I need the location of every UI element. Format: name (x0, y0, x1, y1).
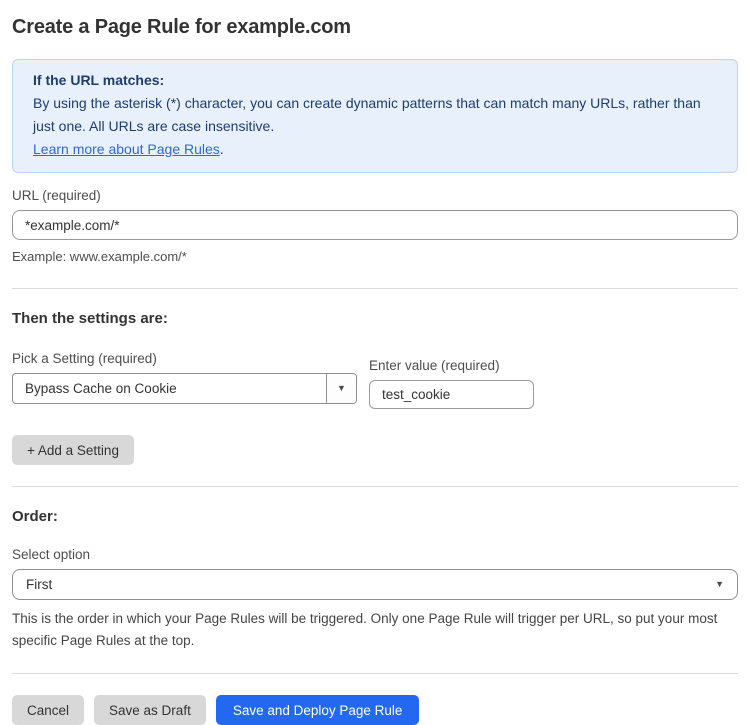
info-link-row: Learn more about Page Rules. (33, 138, 717, 161)
url-section: URL (required) Example: www.example.com/… (12, 188, 738, 267)
order-section-heading: Order: (12, 508, 738, 525)
cancel-button[interactable]: Cancel (12, 695, 84, 725)
order-helper-text: This is the order in which your Page Rul… (12, 608, 738, 652)
add-setting-button[interactable]: + Add a Setting (12, 435, 134, 465)
divider (12, 673, 738, 674)
learn-more-link[interactable]: Learn more about Page Rules (33, 141, 220, 157)
footer-button-row: Cancel Save as Draft Save and Deploy Pag… (12, 695, 738, 725)
link-suffix: . (220, 141, 224, 157)
save-and-deploy-button[interactable]: Save and Deploy Page Rule (216, 695, 420, 725)
divider (12, 486, 738, 487)
order-select[interactable]: First ▼ (12, 569, 738, 600)
chevron-down-icon: ▼ (337, 384, 346, 393)
url-input[interactable] (12, 210, 738, 240)
save-as-draft-button[interactable]: Save as Draft (94, 695, 206, 725)
select-option-label: Select option (12, 547, 738, 562)
order-selected-value: First (26, 577, 52, 592)
info-box-body: By using the asterisk (*) character, you… (33, 92, 717, 138)
pick-setting-selected-value: Bypass Cache on Cookie (13, 374, 326, 403)
chevron-down-icon: ▼ (715, 580, 724, 589)
setting-row: Pick a Setting (required) Bypass Cache o… (12, 351, 738, 409)
pick-setting-dropdown[interactable]: Bypass Cache on Cookie ▼ (12, 373, 357, 404)
pick-setting-label: Pick a Setting (required) (12, 351, 357, 366)
dropdown-arrow-button[interactable]: ▼ (326, 374, 356, 403)
info-box-heading: If the URL matches: (33, 69, 717, 92)
create-page-rule-form: Create a Page Rule for example.com If th… (0, 0, 750, 725)
setting-value-input[interactable] (369, 380, 534, 409)
url-label: URL (required) (12, 188, 738, 203)
enter-value-label: Enter value (required) (369, 358, 534, 373)
page-title: Create a Page Rule for example.com (12, 16, 738, 39)
url-matches-info-box: If the URL matches: By using the asteris… (12, 59, 738, 173)
divider (12, 288, 738, 289)
settings-section-heading: Then the settings are: (12, 310, 738, 327)
enter-value-column: Enter value (required) (369, 358, 534, 409)
pick-setting-column: Pick a Setting (required) Bypass Cache o… (12, 351, 357, 404)
url-example-helper: Example: www.example.com/* (12, 247, 738, 267)
